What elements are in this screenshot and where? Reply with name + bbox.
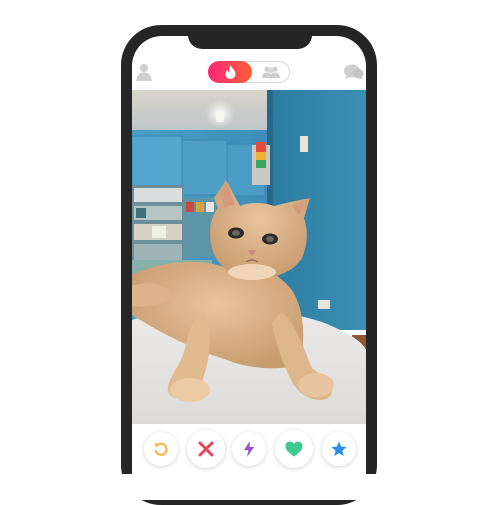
rewind-icon bbox=[154, 442, 168, 456]
nope-button[interactable] bbox=[187, 430, 225, 468]
flame-icon bbox=[225, 65, 235, 79]
profile-button[interactable] bbox=[136, 63, 152, 81]
person-icon bbox=[136, 63, 152, 81]
star-icon bbox=[331, 441, 347, 456]
heart-icon bbox=[285, 441, 303, 457]
messages-button[interactable] bbox=[344, 64, 364, 80]
profile-card-photo[interactable] bbox=[132, 90, 366, 424]
phone-notch bbox=[188, 25, 312, 49]
group-icon bbox=[262, 66, 280, 78]
phone-bottom-crop bbox=[121, 474, 377, 500]
action-bar bbox=[132, 424, 366, 474]
lightning-icon bbox=[244, 441, 254, 457]
boost-button[interactable] bbox=[232, 432, 266, 466]
mode-toggle[interactable] bbox=[208, 61, 290, 83]
rewind-button[interactable] bbox=[144, 432, 178, 466]
tab-swipe[interactable] bbox=[208, 61, 252, 83]
like-button[interactable] bbox=[275, 430, 313, 468]
super-like-button[interactable] bbox=[322, 432, 356, 466]
tab-group[interactable] bbox=[253, 62, 289, 82]
close-icon bbox=[198, 441, 214, 457]
chat-bubbles-icon bbox=[344, 64, 364, 80]
cat-photo bbox=[132, 90, 366, 424]
